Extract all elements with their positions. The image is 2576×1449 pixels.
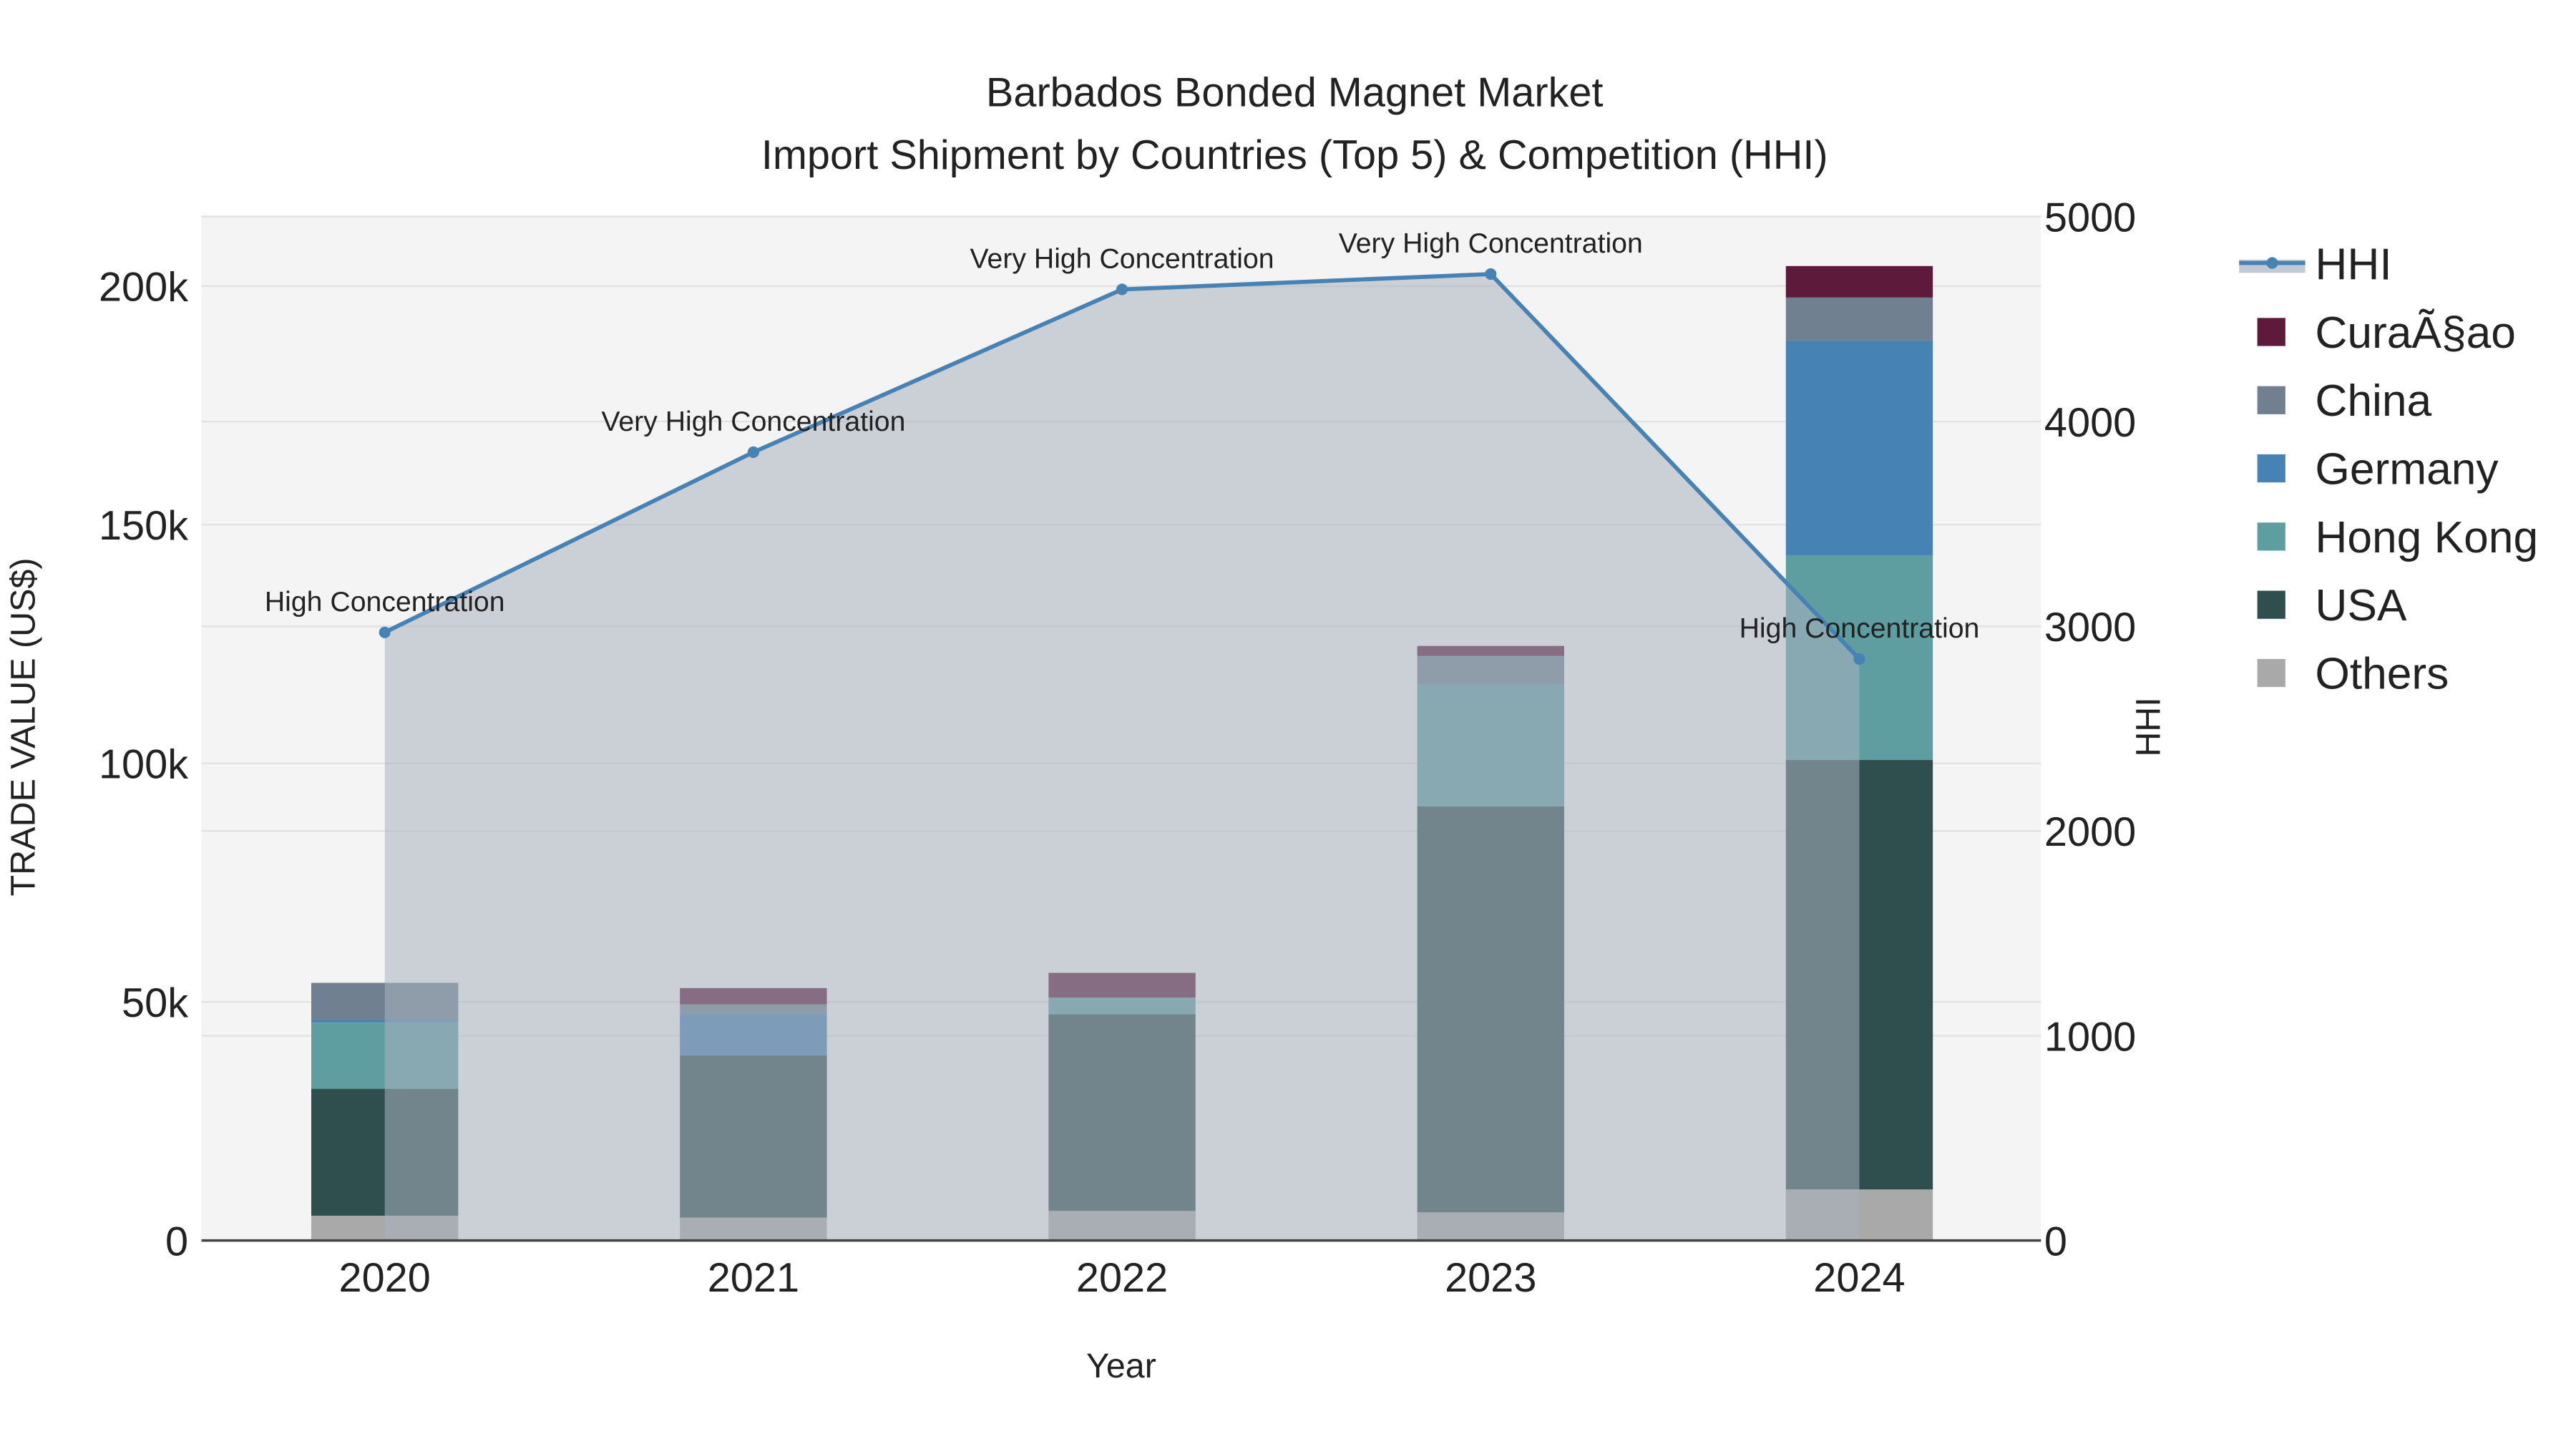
y-tick-label: 100k	[99, 742, 188, 788]
hhi-annotation: Very High Concentration	[1339, 228, 1643, 259]
y-axis-title: TRADE VALUE (US$)	[4, 557, 42, 896]
y2-tick-label: 5000	[2044, 195, 2136, 241]
y2-tick-label: 3000	[2044, 605, 2136, 650]
x-axis-title: Year	[1086, 1347, 1156, 1385]
legend-swatch-germany	[2257, 454, 2285, 483]
legend-label-others: Others	[2315, 649, 2449, 698]
y2-tick-label: 2000	[2044, 809, 2136, 855]
legend-label-usa: USA	[2315, 581, 2407, 630]
legend-swatch-others	[2257, 658, 2285, 688]
y-tick-label: 50k	[122, 980, 188, 1026]
x-tick-label: 2021	[708, 1255, 799, 1301]
y2-tick-label: 0	[2044, 1219, 2067, 1264]
hhi-annotation: Very High Concentration	[601, 406, 905, 437]
x-tick-label: 2022	[1076, 1255, 1168, 1301]
legend-label-cura-ao: CuraÃ§ao	[2315, 308, 2516, 358]
legend-label-hhi: HHI	[2315, 240, 2391, 290]
hhi-point-2022	[1116, 283, 1128, 296]
chart-subtitle: Import Shipment by Countries (Top 5) & C…	[761, 132, 1828, 178]
legend-swatch-china	[2257, 386, 2285, 414]
hhi-point-2020	[379, 626, 391, 638]
hhi-point-2021	[747, 446, 759, 459]
x-tick-label: 2024	[1813, 1255, 1905, 1301]
bar-cura-ao-2024	[1785, 265, 1933, 298]
chart: Barbados Bonded Magnet Market Import Shi…	[4, 69, 2538, 1385]
x-tick-label: 2023	[1445, 1255, 1536, 1301]
x-tick-label: 2020	[339, 1255, 431, 1301]
legend-marker-hhi	[2266, 257, 2278, 269]
y-tick-label: 0	[165, 1219, 188, 1264]
legend: HHI CuraÃ§ao China Germany Hong Kong USA Other…	[2239, 240, 2538, 698]
y2-tick-label: 4000	[2044, 400, 2136, 446]
hhi-point-2023	[1485, 268, 1497, 280]
bar-germany-2024	[1785, 340, 1933, 555]
y2-tick-label: 1000	[2044, 1014, 2136, 1060]
y-tick-label: 150k	[99, 503, 188, 549]
legend-swatch-cura-ao	[2257, 318, 2285, 346]
bar-china-2024	[1785, 297, 1933, 341]
y2-axis-title: HHI	[2129, 697, 2167, 756]
hhi-annotation: High Concentration	[1740, 613, 1980, 644]
legend-swatch-usa	[2257, 590, 2285, 619]
hhi-annotation: Very High Concentration	[970, 243, 1274, 274]
hhi-annotation: High Concentration	[265, 586, 505, 618]
legend-label-china: China	[2315, 376, 2431, 426]
legend-label-hong-kong: Hong Kong	[2315, 513, 2538, 562]
chart-title: Barbados Bonded Magnet Market	[986, 69, 1604, 115]
y-tick-label: 200k	[99, 265, 188, 311]
legend-label-germany: Germany	[2315, 444, 2499, 494]
hhi-point-2024	[1853, 653, 1865, 665]
legend-swatch-hong-kong	[2257, 522, 2285, 551]
